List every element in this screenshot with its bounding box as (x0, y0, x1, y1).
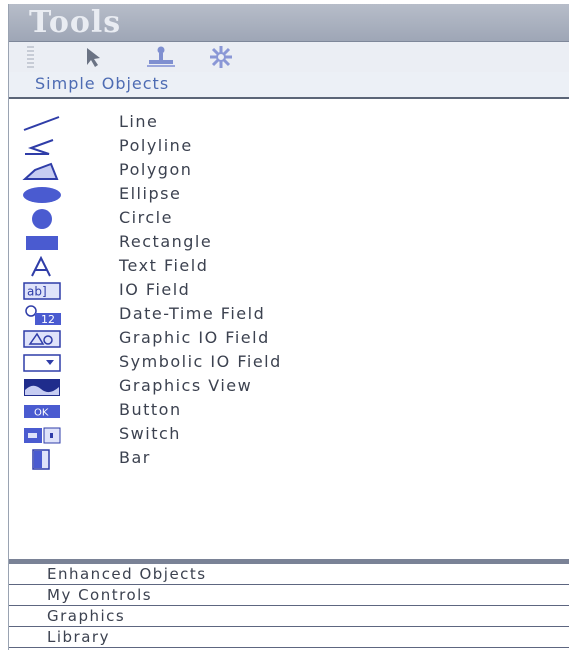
toolbar-grip[interactable] (27, 46, 34, 68)
tab-label: Enhanced Objects (47, 565, 207, 583)
button-icon-text: OK (34, 408, 49, 419)
list-item-ellipse[interactable]: Ellipse (9, 183, 569, 207)
tools-panel: Tools Simple Objects Line Polyline Polyg… (8, 4, 569, 650)
settings-wheel-icon[interactable] (205, 45, 233, 69)
tab-label: Library (47, 628, 110, 646)
tab-label: My Controls (47, 586, 153, 604)
circle-icon (21, 208, 63, 230)
polyline-icon (21, 136, 63, 158)
list-item-label: Polygon (119, 160, 193, 179)
graphics-view-icon (21, 376, 63, 398)
list-item-polygon[interactable]: Polygon (9, 159, 569, 183)
list-item-label: Switch (119, 424, 181, 443)
panel-title: Tools (29, 5, 122, 40)
simple-objects-header[interactable]: Simple Objects (9, 72, 569, 99)
graphic-io-field-icon (21, 328, 63, 350)
list-item-text-field[interactable]: Text Field (9, 255, 569, 279)
list-item-circle[interactable]: Circle (9, 207, 569, 231)
date-time-field-icon-text: 12 (41, 313, 55, 326)
list-item-io-field[interactable]: ab] IO Field (9, 279, 569, 303)
date-time-field-icon: 12 (21, 304, 63, 326)
list-item-label: Text Field (119, 256, 209, 275)
symbolic-io-field-icon (21, 352, 63, 374)
list-item-label: Rectangle (119, 232, 213, 251)
list-item-graphic-io-field[interactable]: Graphic IO Field (9, 327, 569, 351)
list-item-label: Ellipse (119, 184, 182, 203)
list-item-switch[interactable]: Switch (9, 423, 569, 447)
list-item-bar[interactable]: Bar (9, 447, 569, 471)
list-item-label: Bar (119, 448, 151, 467)
list-item-label: Line (119, 112, 159, 131)
tab-library[interactable]: Library (9, 627, 569, 648)
list-item-polyline[interactable]: Polyline (9, 135, 569, 159)
tab-enhanced-objects[interactable]: Enhanced Objects (9, 564, 569, 585)
switch-icon (21, 424, 63, 446)
bar-icon (21, 448, 63, 470)
list-item-label: Symbolic IO Field (119, 352, 282, 371)
list-item-label: Graphic IO Field (119, 328, 270, 347)
list-item-label: Polyline (119, 136, 193, 155)
list-item-label: Circle (119, 208, 173, 227)
list-item-button[interactable]: OK Button (9, 399, 569, 423)
list-item-label: Graphics View (119, 376, 253, 395)
list-item-symbolic-io-field[interactable]: Symbolic IO Field (9, 351, 569, 375)
list-item-label: IO Field (119, 280, 191, 299)
list-item-date-time-field[interactable]: 12 Date-Time Field (9, 303, 569, 327)
section-label: Simple Objects (35, 74, 170, 93)
list-item-rectangle[interactable]: Rectangle (9, 231, 569, 255)
pointer-icon[interactable] (81, 45, 109, 69)
list-item-line[interactable]: Line (9, 111, 569, 135)
io-field-icon-text: ab] (27, 285, 47, 299)
text-field-icon (21, 255, 63, 278)
stamp-icon[interactable] (145, 45, 175, 69)
io-field-icon: ab] (21, 280, 63, 302)
button-icon: OK (21, 400, 63, 422)
list-item-graphics-view[interactable]: Graphics View (9, 375, 569, 399)
polygon-icon (21, 160, 63, 182)
list-item-label: Button (119, 400, 182, 419)
tools-title-bar: Tools (9, 4, 569, 42)
tab-my-controls[interactable]: My Controls (9, 585, 569, 606)
list-item-label: Date-Time Field (119, 304, 266, 323)
tab-label: Graphics (47, 607, 126, 625)
tools-toolbar (9, 42, 569, 73)
line-icon (21, 112, 63, 134)
ellipse-icon (21, 184, 63, 206)
tab-graphics[interactable]: Graphics (9, 606, 569, 627)
rectangle-icon (21, 232, 63, 254)
